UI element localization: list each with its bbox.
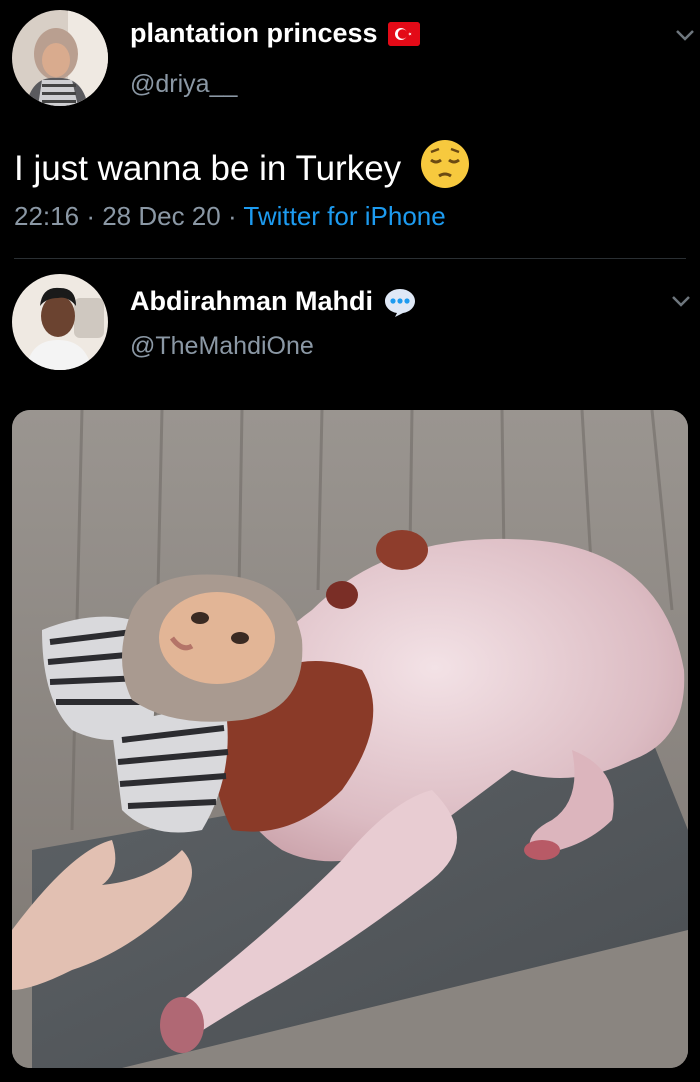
tweet-text-row: I just wanna be in Turkey <box>14 138 471 190</box>
pensive-face-icon <box>420 140 469 188</box>
author-row: plantation princess <box>130 18 420 49</box>
tweet-media-image[interactable] <box>12 410 688 1068</box>
tweet-meta: 22:16 · 28 Dec 20 · Twitter for iPhone <box>14 201 446 232</box>
user-handle[interactable]: @driya__ <box>130 70 237 99</box>
user-handle[interactable]: @TheMahdiOne <box>130 332 314 361</box>
tweet-time[interactable]: 22:16 <box>14 201 79 231</box>
speech-bubble-icon <box>385 288 416 317</box>
avatar[interactable] <box>12 10 108 106</box>
display-name[interactable]: Abdirahman Mahdi <box>130 286 373 317</box>
separator: · <box>227 201 244 231</box>
chevron-down-icon[interactable] <box>668 288 694 314</box>
display-name[interactable]: plantation princess <box>130 18 378 49</box>
tweet-date[interactable]: 28 Dec 20 <box>102 201 221 231</box>
turkey-flag-icon <box>387 21 420 46</box>
avatar[interactable] <box>12 274 108 370</box>
tweet-source-link[interactable]: Twitter for iPhone <box>243 201 445 231</box>
separator: · <box>86 201 103 231</box>
chevron-down-icon[interactable] <box>672 22 698 48</box>
tweet-text: I just wanna be in Turkey <box>14 149 402 188</box>
author-row: Abdirahman Mahdi <box>130 286 417 317</box>
tweet-original: plantation princess @driya__ I just wann… <box>0 0 700 258</box>
